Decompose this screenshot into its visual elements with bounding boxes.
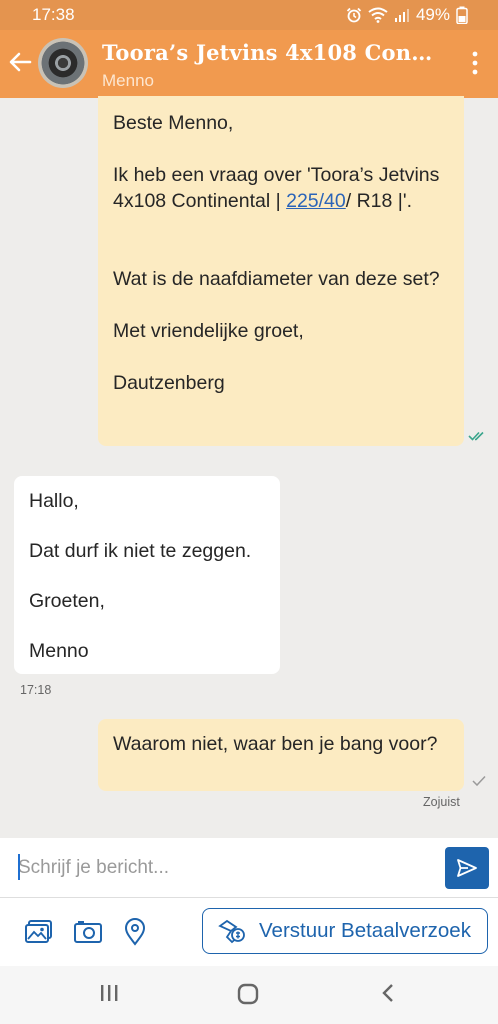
chat-header: Toora’s Jetvins 4x108 Contine… Menno bbox=[0, 30, 498, 98]
avatar[interactable] bbox=[38, 38, 88, 88]
incoming-message: Hallo, Dat durf ik niet te zeggen. Groet… bbox=[14, 476, 280, 674]
home-icon[interactable] bbox=[236, 982, 260, 1006]
status-bar: 17:38 49% bbox=[0, 0, 498, 30]
message-text: Waarom niet, waar ben je bang voor? bbox=[113, 733, 438, 755]
message-link[interactable]: 225/40 bbox=[286, 190, 346, 212]
send-button[interactable] bbox=[445, 847, 489, 889]
battery-icon bbox=[456, 6, 468, 24]
message-question: Wat is de naafdiameter van deze set? bbox=[113, 268, 440, 290]
battery-percentage: 49% bbox=[415, 5, 450, 24]
payment-request-label: Verstuur Betaalverzoek bbox=[259, 919, 471, 942]
message-greeting: Beste Menno, bbox=[113, 112, 234, 134]
arrow-left-icon[interactable] bbox=[6, 48, 34, 76]
payment-request-button[interactable]: Verstuur Betaalverzoek bbox=[202, 908, 488, 954]
alarm-icon bbox=[346, 7, 362, 23]
wifi-icon bbox=[368, 7, 388, 23]
recent-apps-icon[interactable] bbox=[98, 982, 120, 1004]
message-text: Ik heb een vraag over 'Toora’s Jetvins 4… bbox=[113, 164, 440, 212]
chat-title[interactable]: Toora’s Jetvins 4x108 Contine… bbox=[102, 40, 442, 65]
message-input[interactable] bbox=[18, 850, 428, 886]
send-icon bbox=[457, 859, 477, 877]
status-icons: 49% bbox=[346, 5, 468, 25]
outgoing-message: Beste Menno, Ik heb een vraag over 'Toor… bbox=[98, 96, 464, 446]
message-line: Dat durf ik niet te zeggen. bbox=[29, 540, 252, 562]
camera-icon[interactable] bbox=[73, 918, 103, 946]
message-line: Groeten, bbox=[29, 590, 105, 612]
attachment-toolbar: Verstuur Betaalverzoek bbox=[0, 898, 498, 966]
message-closing: Met vriendelijke groet, bbox=[113, 320, 304, 342]
double-check-icon bbox=[468, 431, 484, 441]
hand-coin-icon bbox=[218, 919, 245, 944]
compose-bar bbox=[0, 838, 498, 898]
message-time: Zojuist bbox=[423, 795, 460, 809]
back-icon[interactable] bbox=[378, 982, 398, 1004]
text-cursor bbox=[18, 854, 20, 880]
message-signature: Dautzenberg bbox=[113, 372, 225, 394]
gallery-icon[interactable] bbox=[24, 918, 54, 946]
chat-subtitle: Menno bbox=[102, 71, 154, 90]
status-time: 17:38 bbox=[32, 5, 75, 24]
check-icon bbox=[472, 775, 486, 787]
outgoing-message: Waarom niet, waar ben je bang voor? bbox=[98, 719, 464, 791]
message-line: Hallo, bbox=[29, 490, 79, 512]
message-line: Menno bbox=[29, 640, 89, 662]
signal-icon bbox=[394, 9, 409, 22]
message-time: 17:18 bbox=[20, 683, 52, 697]
more-vertical-icon[interactable] bbox=[470, 50, 480, 76]
system-navigation-bar bbox=[0, 966, 498, 1024]
location-pin-icon[interactable] bbox=[120, 918, 150, 946]
